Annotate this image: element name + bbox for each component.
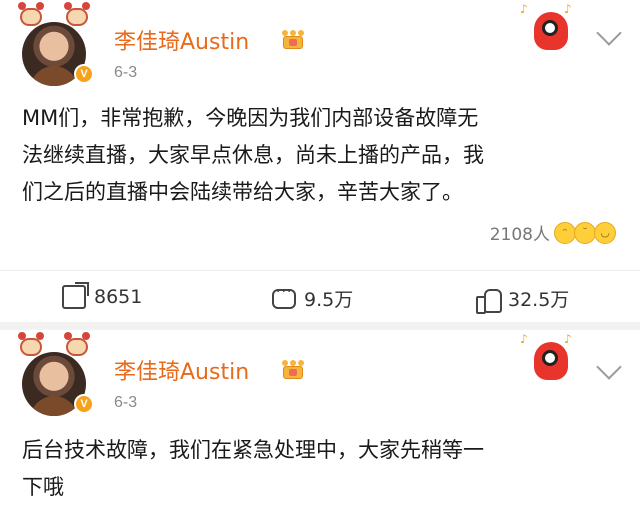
sad-emoji: ˘ [574,221,596,244]
like-button[interactable]: 32.5万 [476,285,570,314]
crown-badge-icon[interactable] [282,30,304,50]
like-reactions[interactable]: 2108人 ᵔ ˘ ◡ [490,220,616,245]
content-line: 下哦 [22,475,64,499]
verified-badge-icon: V [74,394,94,414]
verified-badge-icon: V [74,64,94,84]
post-date: 6-3 [114,64,138,81]
post-divider [0,322,640,330]
content-line: MM们，非常抱歉，今晚因为我们内部设备故障无 [22,106,479,130]
weibo-post-2: V 李佳琦Austin 6-3 ♪ ♪ 后台技术故障，我们在紧急处理中，大家先稍等… [0,330,640,514]
author-name[interactable]: 李佳琦Austin [114,24,249,56]
share-button[interactable]: 8651 [62,282,143,309]
post-content: MM们，非常抱歉，今晚因为我们内部设备故障无 法继续直播，大家早点休息，尚未上播… [22,100,618,211]
mascot-sticker-icon: ♪ ♪ [520,2,576,58]
action-bar: 8651 9.5万 32.5万 [0,270,640,322]
reaction-count: 2108人 [489,225,550,245]
laugh-emoji: ᵔ [554,221,576,244]
weibo-post-1: V 李佳琦Austin 6-3 ♪ ♪ MM们，非常抱歉，今晚因为我们内部设备故障… [0,0,640,322]
share-count: 8651 [94,286,143,308]
share-icon [62,282,89,309]
content-line: 法继续直播，大家早点休息，尚未上播的产品，我 [22,143,484,167]
comment-icon [272,284,296,309]
post-content: 后台技术故障，我们在紧急处理中，大家先稍等一 下哦 [22,432,618,506]
content-line: 后台技术故障，我们在紧急处理中，大家先稍等一 [22,438,484,462]
mascot-sticker-icon: ♪ ♪ [520,332,576,388]
like-count: 32.5万 [508,289,570,311]
like-icon [476,287,502,314]
crown-badge-icon[interactable] [282,360,304,380]
avatar[interactable]: V [10,332,102,424]
avatar[interactable]: V [10,2,102,94]
grin-emoji: ◡ [594,221,616,244]
chevron-down-icon[interactable] [596,20,622,46]
comment-count: 9.5万 [304,289,354,311]
chevron-down-icon[interactable] [596,354,622,380]
author-name[interactable]: 李佳琦Austin [114,354,249,386]
post-date: 6-3 [114,394,138,411]
comment-button[interactable]: 9.5万 [272,284,354,312]
content-line: 们之后的直播中会陆续带给大家，辛苦大家了。 [22,180,463,204]
